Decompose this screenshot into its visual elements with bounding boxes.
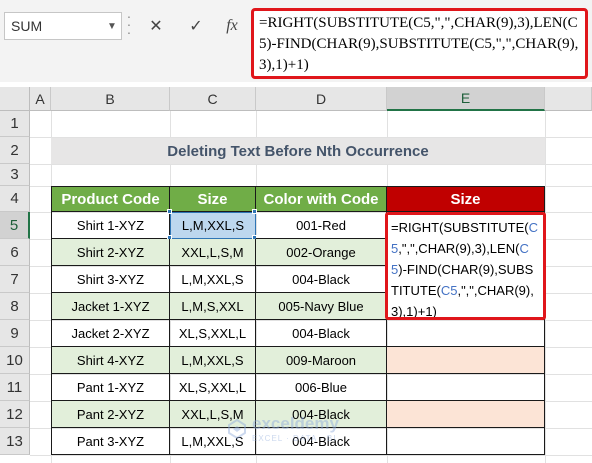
table-cell[interactable]: Shirt 4-XYZ — [51, 347, 170, 374]
row-header-10[interactable]: 10 — [0, 347, 30, 374]
header-color-with-code[interactable]: Color with Code — [256, 186, 387, 212]
gridline — [30, 164, 592, 165]
table-cell[interactable]: L,M,XXL,S — [170, 266, 256, 293]
exceldemy-logo-icon — [228, 418, 246, 439]
row-header-13[interactable]: 13 — [0, 428, 30, 455]
result-cell[interactable] — [387, 374, 545, 401]
exceldemy-watermark: exceldemy EXCEL · DATA · BI — [226, 414, 386, 448]
table-cell[interactable]: 001-Red — [256, 212, 387, 239]
row-header-1[interactable]: 1 — [0, 111, 30, 137]
result-cell[interactable] — [387, 401, 545, 428]
row-header-7[interactable]: 7 — [0, 266, 30, 293]
header-product-code[interactable]: Product Code — [51, 186, 170, 212]
selected-cell-c5[interactable]: L,M,XXL,S — [170, 212, 256, 239]
row-header-9[interactable]: 9 — [0, 320, 30, 347]
cell-reference: C5 — [440, 283, 458, 298]
result-cell[interactable] — [387, 428, 545, 455]
watermark-tagline: EXCEL · DATA · BI — [252, 434, 337, 443]
table-cell[interactable]: L,M,XXL,S — [170, 347, 256, 374]
column-header-e[interactable]: E — [387, 87, 545, 111]
formula-input[interactable]: =RIGHT(SUBSTITUTE(C5,",",CHAR(9),3),LEN(… — [251, 8, 588, 79]
row-header-12[interactable]: 12 — [0, 401, 30, 428]
row-header-5[interactable]: 5 — [0, 212, 30, 239]
row-header-4[interactable]: 4 — [0, 186, 30, 212]
table-cell[interactable]: Pant 2-XYZ — [51, 401, 170, 428]
table-cell[interactable]: 005-Navy Blue — [256, 293, 387, 320]
formula-text: =RIGHT(SUBSTITUTE( — [391, 220, 529, 235]
name-box-dropdown-icon[interactable]: ▼ — [104, 13, 120, 39]
formula-text: ,",",CHAR(9),3),LEN( — [398, 241, 520, 256]
table-cell[interactable]: Shirt 2-XYZ — [51, 239, 170, 266]
formula-bar-grip-icon: · · · — [126, 8, 132, 40]
cell-edit-e5[interactable]: =RIGHT(SUBSTITUTE( C5 ,",",CHAR(9),3),LEN(… — [385, 212, 546, 320]
row-header-6[interactable]: 6 — [0, 239, 30, 266]
row-header-2[interactable]: 2 — [0, 137, 30, 164]
table-cell[interactable]: XXL,L,S,M — [170, 239, 256, 266]
watermark-name: exceldemy — [252, 414, 339, 433]
sheet-title[interactable]: Deleting Text Before Nth Occurrence — [51, 138, 545, 164]
row-header-3[interactable]: 3 — [0, 164, 30, 186]
table-cell[interactable]: L,M,S,XXL — [170, 293, 256, 320]
table-cell[interactable]: Pant 3-XYZ — [51, 428, 170, 455]
table-cell[interactable]: Shirt 1-XYZ — [51, 212, 170, 239]
enter-icon[interactable]: ✓ — [182, 12, 210, 40]
header-size[interactable]: Size — [170, 186, 256, 212]
table-cell[interactable]: 002-Orange — [256, 239, 387, 266]
insert-function-icon[interactable]: fx — [218, 12, 246, 40]
table-cell[interactable]: XL,S,XXL,L — [170, 374, 256, 401]
cancel-icon[interactable]: ✕ — [142, 12, 170, 40]
table-cell[interactable]: 004-Black — [256, 266, 387, 293]
column-header-d[interactable]: D — [256, 87, 387, 111]
table-cell[interactable]: 009-Maroon — [256, 347, 387, 374]
selection-handle[interactable] — [167, 209, 172, 214]
table-cell[interactable]: 004-Black — [256, 320, 387, 347]
column-header-f[interactable] — [545, 87, 592, 111]
table-cell[interactable]: Pant 1-XYZ — [51, 374, 170, 401]
select-all-corner[interactable] — [0, 87, 30, 111]
table-cell[interactable]: Jacket 2-XYZ — [51, 320, 170, 347]
result-cell[interactable] — [387, 320, 545, 347]
row-header-11[interactable]: 11 — [0, 374, 30, 401]
column-header-a[interactable]: A — [30, 87, 51, 111]
table-cell[interactable]: 006-Blue — [256, 374, 387, 401]
column-header-b[interactable]: B — [51, 87, 170, 111]
gridline — [30, 455, 592, 456]
table-cell[interactable]: Jacket 1-XYZ — [51, 293, 170, 320]
header-result-size[interactable]: Size — [387, 186, 545, 212]
table-cell[interactable]: XL,S,XXL,L — [170, 320, 256, 347]
result-cell[interactable] — [387, 347, 545, 374]
column-header-c[interactable]: C — [170, 87, 256, 111]
row-header-8[interactable]: 8 — [0, 293, 30, 320]
table-cell[interactable]: Shirt 3-XYZ — [51, 266, 170, 293]
